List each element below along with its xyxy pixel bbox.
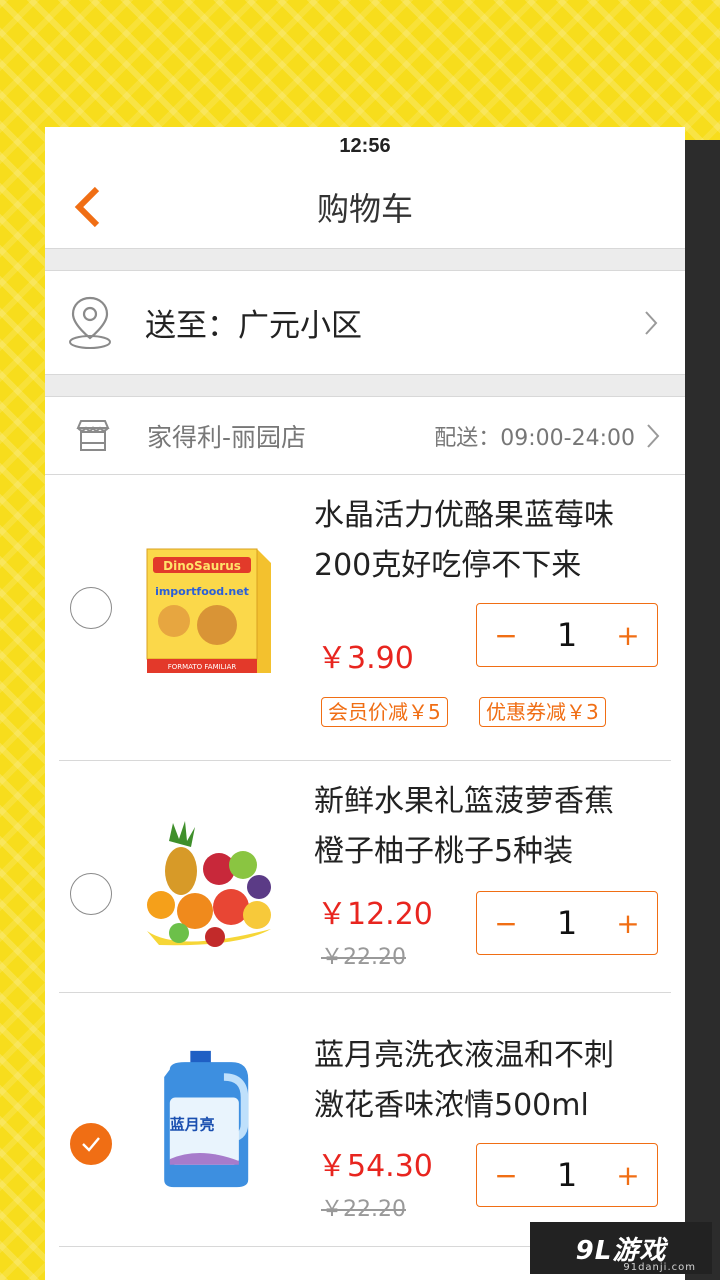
item-name-line: 橙子柚子桃子5种装 — [314, 834, 574, 869]
select-radio[interactable] — [70, 873, 112, 915]
quantity-stepper: − 1 + — [476, 891, 658, 955]
discount-tag: 优惠券减￥3 — [479, 697, 606, 727]
original-price: ￥22.20 — [321, 945, 406, 970]
status-bar: 12:56 — [45, 127, 685, 165]
item-price: ￥12.20 — [317, 897, 433, 932]
decrease-button[interactable]: − — [493, 907, 519, 940]
item-name-line: 激花香味浓情500ml — [314, 1088, 589, 1123]
item-name-line: 200克好吃停不下来 — [314, 548, 582, 583]
watermark-text: 9L游戏 — [575, 1235, 667, 1266]
item-name[interactable]: 新鲜水果礼篮菠萝香蕉 橙子柚子桃子5种装 — [314, 777, 674, 877]
location-pin-icon — [69, 296, 111, 349]
chevron-right-icon — [645, 310, 658, 335]
detergent-bottle-image: 蓝月亮 — [164, 1050, 249, 1188]
svg-text:DinoSaurus: DinoSaurus — [163, 559, 241, 573]
store-name: 家得利-丽园店 — [147, 422, 307, 452]
store-row[interactable]: 家得利-丽园店 配送：09:00-24:00 — [45, 397, 685, 475]
increase-button[interactable]: + — [615, 619, 641, 652]
section-divider — [45, 375, 685, 397]
increase-button[interactable]: + — [615, 1159, 641, 1192]
delivery-address-row[interactable]: 送至：广元小区 — [45, 271, 685, 375]
decrease-button[interactable]: − — [493, 619, 519, 652]
watermark-logo: 9L游戏 91danji.com — [530, 1222, 712, 1274]
chevron-right-icon — [647, 423, 660, 448]
item-name-line: 新鲜水果礼篮菠萝香蕉 — [314, 784, 614, 819]
cart-item: 新鲜水果礼篮菠萝香蕉 橙子柚子桃子5种装 ￥12.20 ￥22.20 − 1 + — [59, 761, 671, 993]
item-name[interactable]: 蓝月亮洗衣液温和不刺 激花香味浓情500ml — [314, 1031, 674, 1131]
delivery-hours: 配送：09:00-24:00 — [434, 425, 635, 451]
select-radio[interactable] — [70, 587, 112, 629]
quantity-value: 1 — [556, 1156, 578, 1194]
quantity-stepper: − 1 + — [476, 603, 658, 667]
item-price: ￥3.90 — [317, 641, 414, 676]
quantity-value: 1 — [556, 904, 578, 942]
section-divider — [45, 249, 685, 271]
svg-text:蓝月亮: 蓝月亮 — [170, 1115, 215, 1133]
original-price: ￥22.20 — [321, 1197, 406, 1222]
item-name-line: 水晶活力优酪果蓝莓味 — [314, 498, 614, 533]
page-title: 购物车 — [316, 189, 413, 228]
svg-text:importfood.net: importfood.net — [155, 585, 249, 598]
cookie-box-image: DinoSaurus importfood.net FORMATO FAMILI… — [146, 548, 271, 673]
quantity-value: 1 — [556, 616, 578, 654]
chevron-left-icon — [74, 186, 100, 228]
quantity-stepper: − 1 + — [476, 1143, 658, 1207]
increase-button[interactable]: + — [615, 907, 641, 940]
fruit-basket-image — [147, 821, 271, 947]
item-price: ￥54.30 — [317, 1149, 433, 1184]
phone-screen: 12:56 购物车 送至：广元小区 家得利-丽园店 配送：09:00-24:00… — [45, 127, 685, 1280]
back-button[interactable] — [67, 185, 107, 229]
nav-bar: 购物车 — [45, 165, 685, 249]
discount-tag: 会员价减￥5 — [321, 697, 448, 727]
item-name[interactable]: 水晶活力优酪果蓝莓味 200克好吃停不下来 — [314, 491, 674, 591]
decrease-button[interactable]: − — [493, 1159, 519, 1192]
select-radio-checked[interactable] — [70, 1123, 112, 1165]
svg-text:FORMATO FAMILIAR: FORMATO FAMILIAR — [168, 663, 237, 671]
item-name-line: 蓝月亮洗衣液温和不刺 — [314, 1038, 614, 1073]
delivery-address: 送至：广元小区 — [145, 308, 362, 344]
checkmark-icon — [82, 1137, 100, 1152]
cart-item: DinoSaurus importfood.net FORMATO FAMILI… — [59, 475, 671, 761]
cart-item: 蓝月亮 蓝月亮洗衣液温和不刺 激花香味浓情500ml ￥54.30 ￥22.20… — [59, 993, 671, 1247]
status-time: 12:56 — [339, 135, 391, 157]
watermark-subtext: 91danji.com — [623, 1262, 696, 1273]
store-icon — [76, 419, 110, 451]
